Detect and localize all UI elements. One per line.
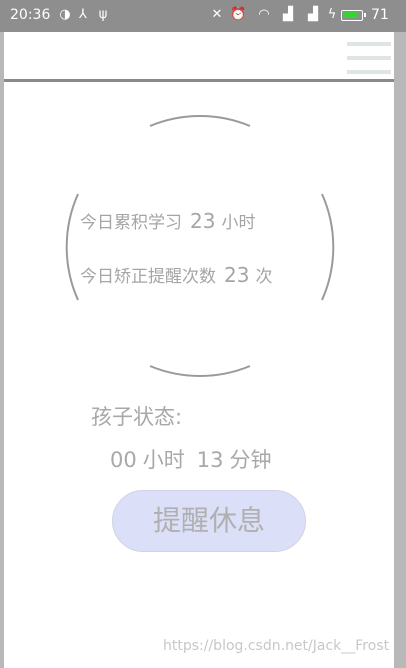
battery-icon xyxy=(341,10,366,21)
battery-level: 71 xyxy=(371,7,389,23)
child-status-label: 孩子状态: xyxy=(91,405,183,429)
usb-icon: ψ xyxy=(98,7,108,22)
mute-icon: ✕ xyxy=(211,7,223,22)
watermark: https://blog.csdn.net/Jack__Frost xyxy=(163,638,390,654)
share-icon: ⅄ xyxy=(79,7,87,22)
hamburger-menu-icon[interactable] xyxy=(347,40,391,76)
study-unit: 小时 xyxy=(221,213,256,233)
wifi-icon: ◠ xyxy=(258,7,270,22)
left-frame-edge xyxy=(0,32,4,668)
study-value: 23 xyxy=(190,209,216,233)
right-frame-edge xyxy=(394,32,406,668)
signal-icon-2: ▟ xyxy=(308,7,318,22)
study-label: 今日累积学习 xyxy=(80,213,182,233)
signal-icon-1: ▟ xyxy=(283,7,293,22)
child-status-duration: 00 小时 13 分钟 xyxy=(110,444,271,474)
duration-hours: 00 xyxy=(110,448,137,472)
stats-ring xyxy=(65,115,335,377)
correction-label: 今日矫正提醒次数 xyxy=(80,267,216,287)
correction-stat-row: 今日矫正提醒次数 23 次 xyxy=(80,262,272,287)
app-bar xyxy=(4,32,394,82)
duration-hours-unit: 小时 xyxy=(142,448,185,472)
status-time: 20:36 xyxy=(10,7,51,23)
data-saver-icon: ◑ xyxy=(59,7,71,22)
study-stat-row: 今日累积学习 23 小时 xyxy=(80,208,255,233)
duration-minutes: 13 xyxy=(196,448,224,472)
duration-minutes-unit: 分钟 xyxy=(229,448,272,472)
status-bar: 20:36 ◑ ⅄ ψ ✕ ⏰ ◠ ▟ ▟ ϟ 71 xyxy=(0,0,406,32)
alarm-icon: ⏰ xyxy=(230,7,247,22)
remind-rest-button[interactable]: 提醒休息 xyxy=(112,490,306,552)
correction-unit: 次 xyxy=(255,267,273,287)
correction-value: 23 xyxy=(224,263,250,287)
charging-icon: ϟ xyxy=(327,7,337,22)
